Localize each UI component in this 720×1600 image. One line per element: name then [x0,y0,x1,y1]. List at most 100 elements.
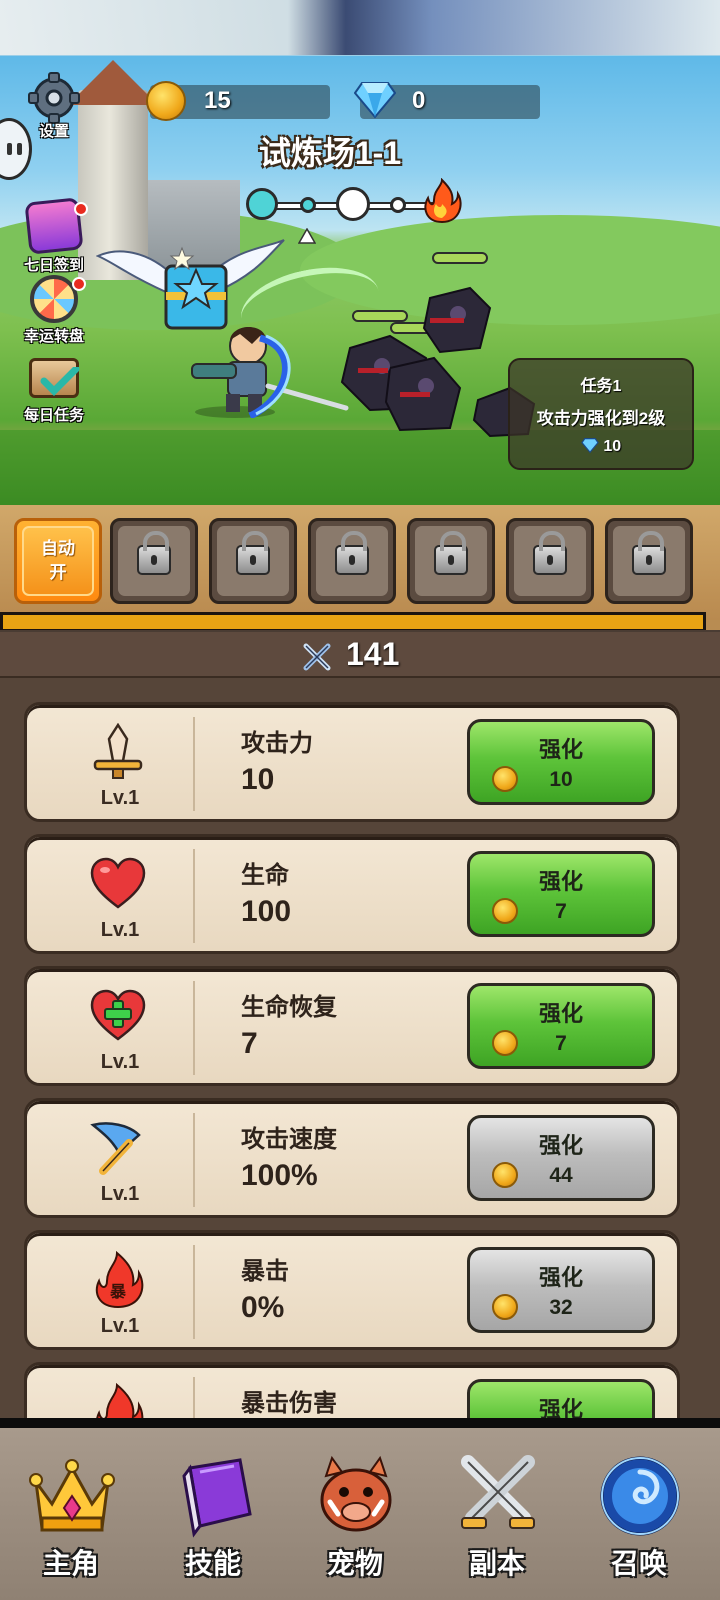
diamond-icon [581,438,599,454]
seven-day-checkin-button[interactable]: 七日签到 [14,197,94,275]
upgrade-value: 10 [241,763,275,796]
auto-battle-toggle[interactable]: 自动 开 [14,518,102,604]
nav-tab-skills[interactable]: 技能 [148,1440,278,1590]
upgrade-button-disabled[interactable]: 强化 32 [467,1247,655,1333]
auto-state-label: 开 [49,563,67,582]
upgrade-button[interactable]: 强化 [467,1379,655,1418]
crossed-swords-icon [461,1455,535,1529]
enemy-hp-bar [432,252,488,264]
crit-icon-glyph: 暴 [109,1282,127,1301]
upgrade-button-label: 强化 [538,1265,583,1290]
padlock-icon [434,531,468,575]
upgrade-card-attack: Lv.1 攻击力 10 强化 10 [24,702,680,822]
upgrade-level: Lv.1 [100,1315,140,1337]
skill-slot-locked[interactable] [605,518,693,604]
upgrade-button-label: 强化 [538,1397,583,1418]
lucky-wheel-label: 幸运转盘 [23,328,84,345]
notification-dot [72,277,86,291]
sword-icon [93,723,143,779]
heart-icon [90,857,146,909]
upgrade-card-crit-damage: 暴击伤害 强化 [24,1362,680,1418]
diamond-icon [354,82,396,119]
nav-tab-dungeon[interactable]: 副本 [432,1440,562,1590]
padlock-icon [533,531,567,575]
task-clipboard-icon [29,358,80,398]
skill-slot-locked[interactable] [209,518,297,604]
upgrade-button[interactable]: 强化 7 [467,983,655,1069]
upgrade-button-label: 强化 [538,869,583,894]
upgrade-card-health-regen: Lv.1 生命恢复 7 强化 7 [24,966,680,1086]
upgrade-level: Lv.1 [100,919,140,941]
lucky-wheel-button[interactable]: 幸运转盘 [14,275,94,346]
seven-day-label: 七日签到 [23,257,84,274]
upgrade-button-label: 强化 [538,737,583,762]
stage-node [390,197,406,213]
padlock-icon [137,531,171,575]
upgrade-cost: 7 [555,1032,567,1055]
quest-description: 攻击力强化到2级 [536,409,666,428]
upgrade-value: 100% [241,1159,318,1192]
battle-scene: 15 0 设置 七日签到 幸运转盘 每日任务 试炼场1-1 任务1 攻击力强化到… [0,0,720,630]
skill-slot-locked[interactable] [407,518,495,604]
nav-label: 宠物 [326,1548,383,1579]
nav-tab-pets[interactable]: 宠物 [290,1440,420,1590]
skill-slot-locked[interactable] [110,518,198,604]
upgrade-list[interactable]: Lv.1 攻击力 10 强化 10 Lv.1 生命 100 强化 7 Lv.1 … [0,678,720,1418]
coin-amount: 15 [204,87,231,114]
quest-panel[interactable]: 任务1 攻击力强化到2级 10 [508,358,694,470]
upgrade-cost: 7 [555,900,567,923]
upgrade-card-attack-speed: Lv.1 攻击速度 100% 强化 44 [24,1098,680,1218]
upgrade-button[interactable]: 强化 7 [467,851,655,937]
wheel-icon [30,275,78,323]
auto-label: 自动 [41,539,75,558]
padlock-icon [632,531,666,575]
stage-node [336,187,370,221]
padlock-icon [236,531,270,575]
nav-label: 召唤 [610,1548,667,1579]
padlock-icon [335,531,369,575]
nav-label: 主角 [42,1548,99,1579]
upgrade-card-health: Lv.1 生命 100 强化 7 [24,834,680,954]
gear-icon [28,72,80,124]
skill-slot-locked[interactable] [506,518,594,604]
gem-counter: 0 [354,82,540,119]
upgrade-name: 生命 [241,862,289,889]
combat-power-bar: 141 [0,632,720,678]
daily-task-label: 每日任务 [23,407,84,424]
nav-label: 副本 [468,1548,525,1579]
upgrade-button-disabled[interactable]: 强化 44 [467,1115,655,1201]
gem-amount: 0 [412,87,426,114]
upgrade-level: Lv.1 [100,1183,140,1205]
nav-tab-summon[interactable]: 召唤 [574,1440,704,1590]
bottom-navigation: 主角 技能 宠物 副本 召唤 [0,1418,720,1600]
upgrade-button-label: 强化 [538,1001,583,1026]
axe-icon [90,1122,141,1175]
stage-node [300,197,316,213]
boss-flame-icon [424,178,462,224]
banner-strip [0,0,720,55]
upgrade-name: 暴击 [241,1258,289,1285]
player-position-marker [298,228,316,244]
upgrade-name: 攻击力 [241,730,313,757]
crit-fire-icon: 暴 [95,1251,144,1309]
upgrade-cost: 10 [549,768,573,791]
upgrade-cost: 44 [549,1164,573,1187]
upgrade-name: 攻击速度 [241,1126,337,1153]
upgrade-value: 0% [241,1291,285,1324]
upgrade-value: 7 [241,1027,258,1060]
crit-damage-fire-icon [96,1383,144,1418]
skill-slot-locked[interactable] [308,518,396,604]
nav-tab-hero[interactable]: 主角 [6,1440,136,1590]
upgrade-level: Lv.1 [100,787,140,809]
coin-counter: 15 [146,81,330,121]
upgrade-cost: 32 [549,1296,573,1319]
upgrade-button[interactable]: 强化 10 [467,719,655,805]
crown-icon [29,1459,115,1532]
upgrade-card-crit: 暴 Lv.1 暴击 0% 强化 32 [24,1230,680,1350]
combat-power-value: 141 [346,636,400,672]
daily-task-button[interactable]: 每日任务 [14,358,94,425]
notification-dot [74,202,88,216]
heart-plus-icon [90,989,146,1041]
experience-bar [0,612,706,630]
upgrade-value: 100 [241,895,292,928]
